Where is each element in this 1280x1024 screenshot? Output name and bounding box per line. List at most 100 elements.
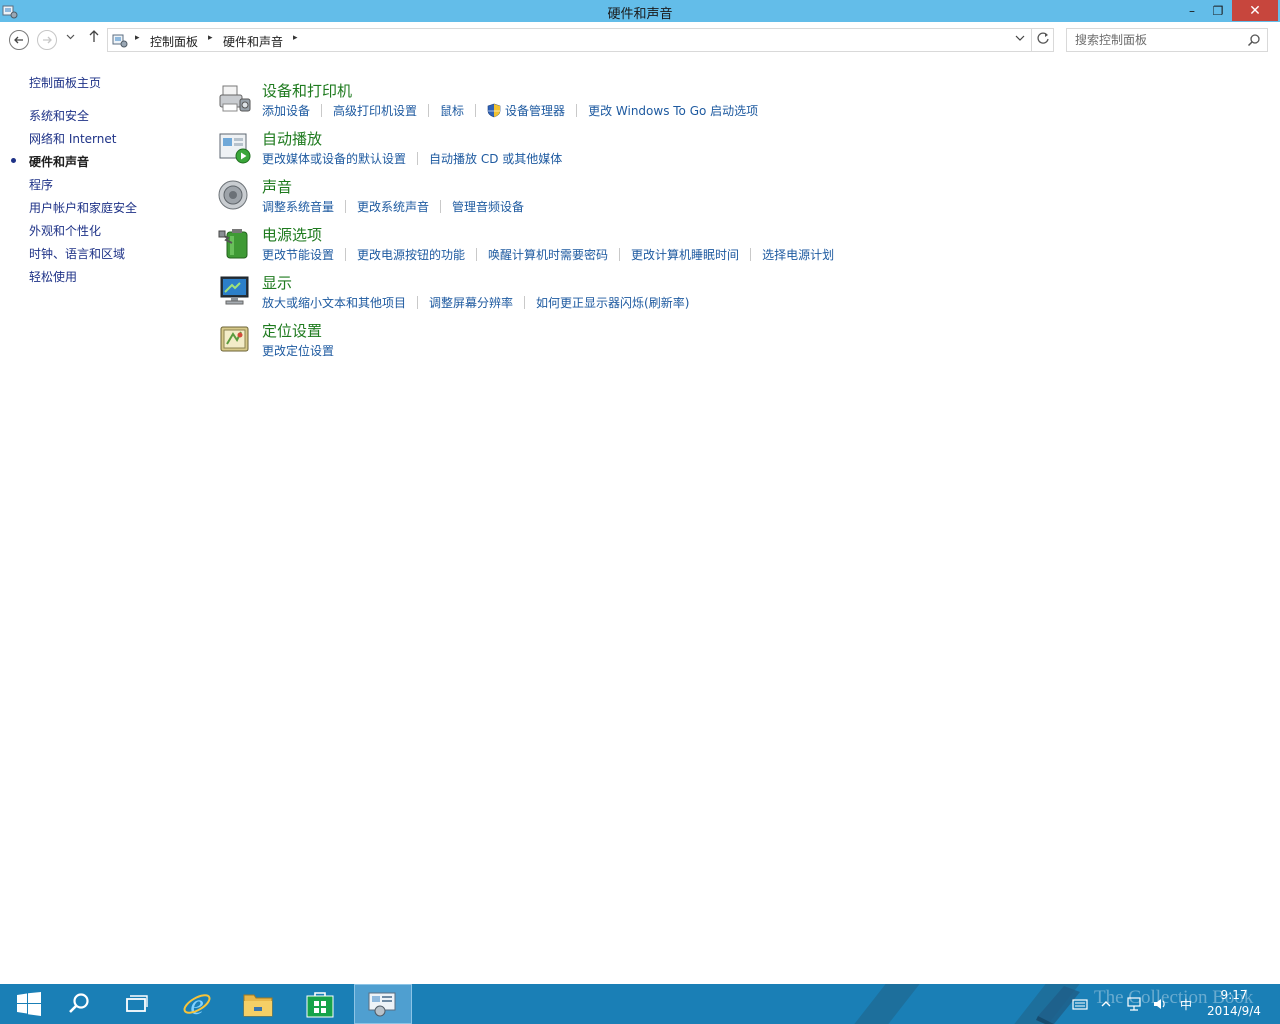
category-title-location-settings[interactable]: 定位设置: [262, 320, 322, 341]
svg-text:e: e: [190, 989, 203, 1019]
address-dropdown-button[interactable]: [1015, 34, 1025, 45]
location-icon[interactable]: [218, 322, 252, 356]
category-title-autoplay[interactable]: 自动播放: [262, 128, 322, 149]
internet-explorer-button[interactable]: e: [168, 984, 226, 1024]
store-icon: [306, 992, 334, 1018]
control-panel-taskbar-button[interactable]: [354, 984, 412, 1024]
show-hidden-icons-icon[interactable]: [1100, 999, 1112, 1009]
category-location-settings: 定位设置 更改定位设置: [218, 320, 1218, 368]
link-separator: [524, 296, 526, 309]
taskbar: e The Collection Book 中 9:17 2014/9/4: [0, 984, 1280, 1024]
autoplay-icon[interactable]: [218, 130, 252, 164]
link-advanced-printer-setup[interactable]: 高级打印机设置: [333, 102, 417, 119]
file-explorer-button[interactable]: [229, 984, 287, 1024]
sidebar-item-appearance[interactable]: 外观和个性化: [29, 222, 101, 239]
chevron-down-icon: [1015, 35, 1025, 41]
link-choose-power-plan[interactable]: 选择电源计划: [762, 246, 834, 263]
back-arrow-icon: [14, 36, 23, 44]
sidebar-item-network-internet[interactable]: 网络和 Internet: [29, 130, 116, 147]
sidebar-item-hardware-sound[interactable]: 硬件和声音: [29, 153, 89, 170]
sidebar-item-control-panel-home[interactable]: 控制面板主页: [29, 74, 101, 91]
category-title-display[interactable]: 显示: [262, 272, 292, 293]
link-separator: [619, 248, 621, 261]
category-title-power-options[interactable]: 电源选项: [262, 224, 322, 245]
link-sleep-time[interactable]: 更改计算机睡眠时间: [631, 246, 739, 263]
taskbar-search-button[interactable]: [50, 984, 108, 1024]
monitor-icon[interactable]: [218, 274, 252, 308]
restore-button[interactable]: ❐: [1205, 0, 1231, 21]
breadcrumb-hardware-sound[interactable]: 硬件和声音: [223, 33, 283, 50]
category-links: 放大或缩小文本和其他项目 调整屏幕分辨率 如何更正显示器闪烁(刷新率): [262, 294, 689, 311]
link-change-location-settings[interactable]: 更改定位设置: [262, 342, 334, 359]
recent-locations-button[interactable]: [66, 33, 75, 43]
category-devices-printers: 设备和打印机 添加设备 高级打印机设置 鼠标 设备管理器 更改 Windows …: [218, 80, 1218, 128]
link-separator: [417, 296, 419, 309]
keyboard-icon[interactable]: [1072, 997, 1088, 1011]
link-windows-to-go[interactable]: 更改 Windows To Go 启动选项: [588, 102, 758, 119]
close-button[interactable]: ✕: [1232, 0, 1278, 21]
refresh-button[interactable]: [1036, 31, 1050, 49]
breadcrumb-control-panel[interactable]: 控制面板: [150, 33, 198, 50]
uac-shield-icon: [487, 103, 501, 118]
refresh-icon: [1037, 32, 1049, 44]
sidebar-item-user-accounts[interactable]: 用户帐户和家庭安全: [29, 199, 137, 216]
breadcrumb-separator-icon[interactable]: ▸: [135, 33, 140, 43]
chevron-down-icon: [66, 34, 75, 40]
minimize-button[interactable]: –: [1180, 0, 1204, 21]
link-adjust-volume[interactable]: 调整系统音量: [262, 198, 334, 215]
breadcrumb-separator-icon[interactable]: ▸: [293, 33, 298, 43]
link-mouse[interactable]: 鼠标: [440, 102, 464, 119]
network-icon[interactable]: [1126, 996, 1142, 1012]
link-separator: [750, 248, 752, 261]
link-require-password[interactable]: 唤醒计算机时需要密码: [488, 246, 608, 263]
window-title: 硬件和声音: [607, 7, 673, 22]
link-autoplay-cd[interactable]: 自动播放 CD 或其他媒体: [429, 150, 562, 167]
up-arrow-icon: [89, 30, 99, 42]
category-links: 添加设备 高级打印机设置 鼠标 设备管理器 更改 Windows To Go 启…: [262, 102, 758, 119]
link-device-manager-wrap[interactable]: 设备管理器: [487, 102, 565, 119]
link-device-manager[interactable]: 设备管理器: [505, 102, 565, 119]
search-icon[interactable]: [1247, 33, 1261, 47]
sidebar-item-system-security[interactable]: 系统和安全: [29, 107, 89, 124]
forward-button[interactable]: [37, 30, 57, 50]
link-make-text-larger[interactable]: 放大或缩小文本和其他项目: [262, 294, 406, 311]
link-separator: [321, 104, 323, 117]
task-view-icon: [126, 995, 148, 1012]
link-change-default-settings[interactable]: 更改媒体或设备的默认设置: [262, 150, 406, 167]
category-title-sound[interactable]: 声音: [262, 176, 292, 197]
link-add-device[interactable]: 添加设备: [262, 102, 310, 119]
link-power-buttons[interactable]: 更改电源按钮的功能: [357, 246, 465, 263]
address-divider: [1031, 29, 1032, 51]
up-button[interactable]: [88, 29, 100, 47]
clock[interactable]: 9:17 2014/9/4: [1200, 987, 1268, 1019]
link-adjust-resolution[interactable]: 调整屏幕分辨率: [429, 294, 513, 311]
input-method-indicator[interactable]: 中: [1180, 996, 1192, 1013]
link-change-system-sounds[interactable]: 更改系统声音: [357, 198, 429, 215]
address-bar[interactable]: ▸ 控制面板 ▸ 硬件和声音 ▸: [107, 28, 1054, 52]
battery-icon[interactable]: [218, 226, 252, 260]
sidebar-item-clock-language-region[interactable]: 时钟、语言和区域: [29, 245, 125, 262]
link-separator: [345, 200, 347, 213]
volume-icon[interactable]: [1152, 996, 1168, 1012]
store-button[interactable]: [291, 984, 349, 1024]
link-manage-audio-devices[interactable]: 管理音频设备: [452, 198, 524, 215]
sidebar-item-programs[interactable]: 程序: [29, 176, 53, 193]
search-box[interactable]: [1066, 28, 1268, 52]
search-input[interactable]: [1075, 32, 1245, 48]
printer-icon[interactable]: [218, 82, 252, 116]
clock-time: 9:17: [1220, 988, 1248, 1002]
clock-date: 2014/9/4: [1207, 1004, 1261, 1018]
link-separator: [476, 248, 478, 261]
category-sound: 声音 调整系统音量 更改系统声音 管理音频设备: [218, 176, 1218, 224]
speaker-icon[interactable]: [218, 178, 252, 212]
category-links: 更改定位设置: [262, 342, 334, 359]
category-title-devices-printers[interactable]: 设备和打印机: [262, 80, 352, 101]
link-separator: [440, 200, 442, 213]
back-button[interactable]: [9, 30, 29, 50]
category-links: 更改媒体或设备的默认设置 自动播放 CD 或其他媒体: [262, 150, 562, 167]
task-view-button[interactable]: [108, 984, 166, 1024]
breadcrumb-separator-icon[interactable]: ▸: [208, 33, 213, 43]
link-change-power-saving[interactable]: 更改节能设置: [262, 246, 334, 263]
link-fix-flicker[interactable]: 如何更正显示器闪烁(刷新率): [536, 294, 689, 311]
sidebar-item-ease-of-access[interactable]: 轻松使用: [29, 268, 77, 285]
